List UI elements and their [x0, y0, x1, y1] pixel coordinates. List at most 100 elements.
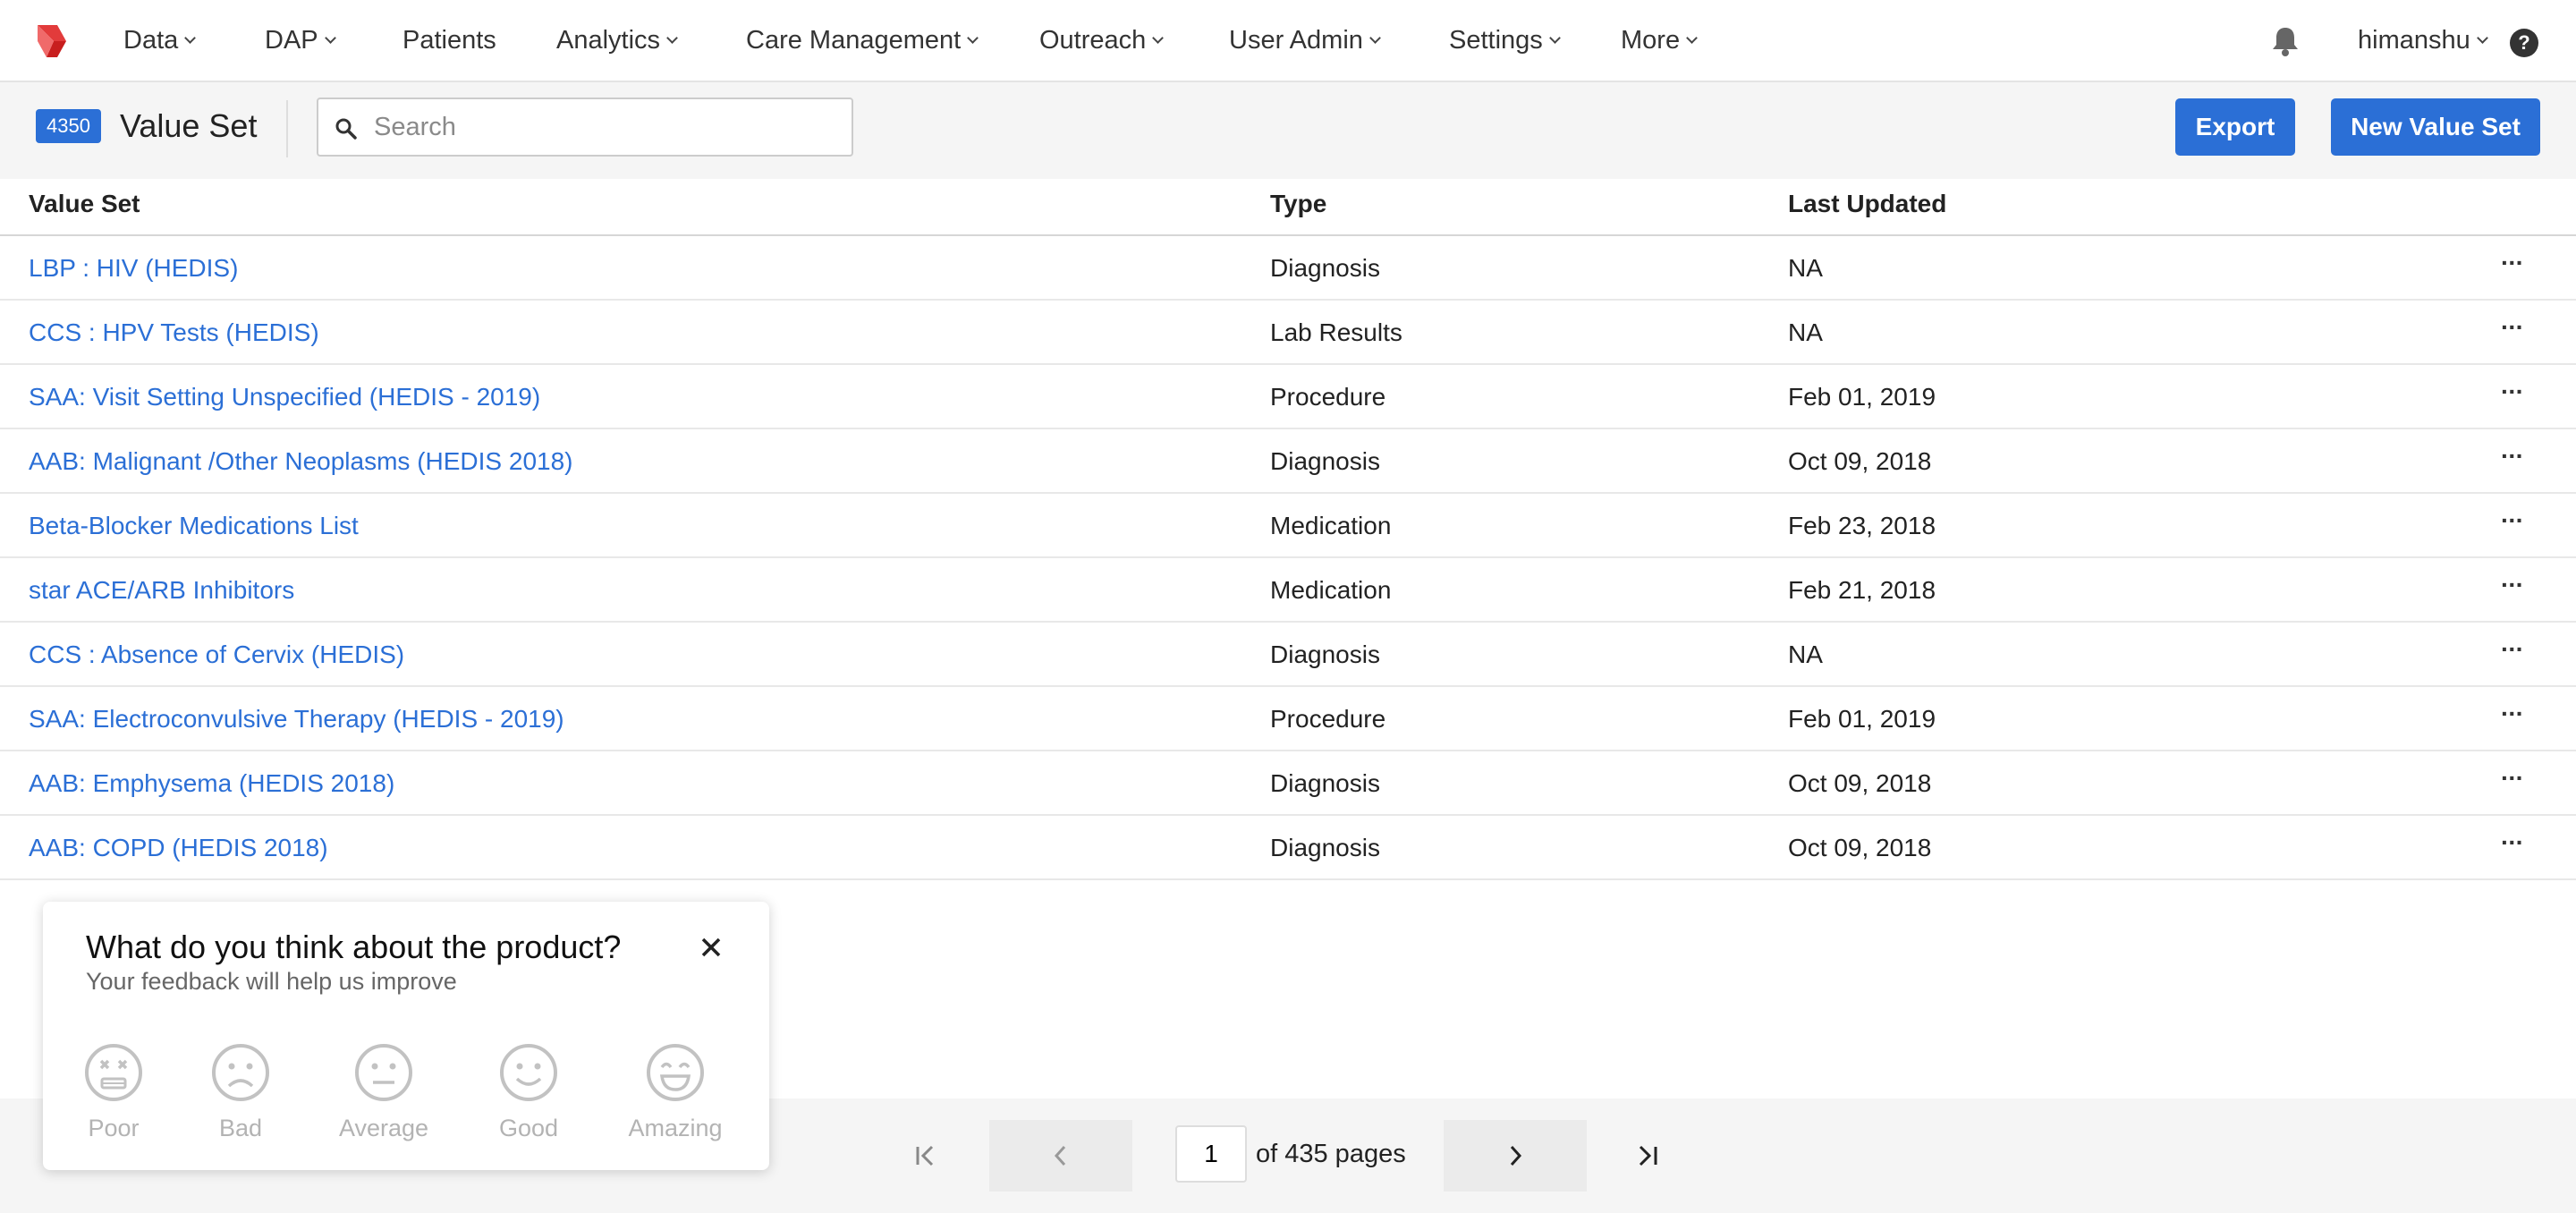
- nav-user-admin-label: User Admin: [1229, 25, 1363, 55]
- last-page-icon[interactable]: [1633, 1141, 1660, 1170]
- search-input[interactable]: [374, 106, 839, 148]
- column-header-type[interactable]: Type: [1270, 190, 1326, 218]
- table-row: LBP : HIV (HEDIS) Diagnosis NA ···: [0, 236, 2576, 301]
- nav-patients-label: Patients: [402, 25, 496, 55]
- value-set-link[interactable]: Beta-Blocker Medications List: [29, 512, 359, 540]
- user-menu[interactable]: himanshu: [2358, 0, 2488, 81]
- nav-settings[interactable]: Settings: [1449, 0, 1561, 81]
- last-updated-cell: Feb 01, 2019: [1788, 383, 1936, 411]
- rating-average-label: Average: [338, 1115, 429, 1141]
- rating-good-label: Good: [498, 1115, 559, 1141]
- rating-amazing-label: Amazing: [628, 1115, 723, 1141]
- row-menu-icon[interactable]: ···: [2501, 828, 2524, 857]
- feedback-popup: What do you think about the product? You…: [43, 902, 769, 1170]
- table-row: CCS : HPV Tests (HEDIS) Lab Results NA ·…: [0, 301, 2576, 365]
- notification-bell-icon[interactable]: [2270, 25, 2301, 57]
- last-updated-cell: Oct 09, 2018: [1788, 834, 1932, 861]
- nav-care-management-label: Care Management: [746, 25, 962, 55]
- table-row: CCS : Absence of Cervix (HEDIS) Diagnosi…: [0, 623, 2576, 687]
- nav-outreach-label: Outreach: [1039, 25, 1147, 55]
- previous-page-button[interactable]: [989, 1120, 1132, 1192]
- rating-bad-icon[interactable]: [211, 1043, 270, 1102]
- value-set-link[interactable]: CCS : Absence of Cervix (HEDIS): [29, 640, 404, 669]
- rating-bad-label: Bad: [218, 1115, 263, 1141]
- nav-dap[interactable]: DAP: [265, 0, 336, 81]
- value-set-link[interactable]: AAB: COPD (HEDIS 2018): [29, 834, 328, 862]
- row-menu-icon[interactable]: ···: [2501, 442, 2524, 471]
- chevron-down-icon: [666, 31, 678, 44]
- column-header-last-updated[interactable]: Last Updated: [1788, 190, 1946, 218]
- row-menu-icon[interactable]: ···: [2501, 635, 2524, 664]
- type-cell: Diagnosis: [1270, 769, 1380, 797]
- row-menu-icon[interactable]: ···: [2501, 571, 2524, 599]
- nav-analytics[interactable]: Analytics: [556, 0, 678, 81]
- nav-analytics-label: Analytics: [556, 25, 661, 55]
- nav-settings-label: Settings: [1449, 25, 1543, 55]
- last-updated-cell: Feb 23, 2018: [1788, 512, 1936, 539]
- nav-more-label: More: [1621, 25, 1681, 55]
- new-value-set-button[interactable]: New Value Set: [2331, 98, 2540, 156]
- last-updated-cell: Feb 01, 2019: [1788, 705, 1936, 733]
- count-badge: 4350: [36, 109, 101, 143]
- row-menu-icon[interactable]: ···: [2501, 377, 2524, 406]
- last-updated-cell: NA: [1788, 254, 1823, 282]
- row-menu-icon[interactable]: ···: [2501, 700, 2524, 728]
- page-title: Value Set: [120, 107, 258, 144]
- type-cell: Lab Results: [1270, 318, 1402, 346]
- rating-average-icon[interactable]: [354, 1043, 413, 1102]
- rating-poor-icon[interactable]: [84, 1043, 143, 1102]
- value-set-link[interactable]: AAB: Emphysema (HEDIS 2018): [29, 769, 394, 798]
- nav-data[interactable]: Data: [123, 0, 197, 81]
- value-set-link[interactable]: CCS : HPV Tests (HEDIS): [29, 318, 319, 347]
- nav-more[interactable]: More: [1621, 0, 1698, 81]
- page-count-text: of 435 pages: [1256, 1140, 1406, 1168]
- table-row: SAA: Electroconvulsive Therapy (HEDIS - …: [0, 687, 2576, 751]
- close-icon[interactable]: [699, 936, 723, 959]
- last-updated-cell: Feb 21, 2018: [1788, 576, 1936, 604]
- table-row: AAB: COPD (HEDIS 2018) Diagnosis Oct 09,…: [0, 816, 2576, 880]
- row-menu-icon[interactable]: ···: [2501, 506, 2524, 535]
- help-icon[interactable]: ?: [2510, 29, 2538, 57]
- row-menu-icon[interactable]: ···: [2501, 764, 2524, 793]
- next-page-button[interactable]: [1444, 1120, 1587, 1192]
- value-set-link[interactable]: AAB: Malignant /Other Neoplasms (HEDIS 2…: [29, 447, 572, 476]
- help-icon-glyph: ?: [2518, 31, 2530, 54]
- header-divider: [286, 100, 288, 157]
- app-logo[interactable]: [34, 21, 73, 61]
- row-menu-icon[interactable]: ···: [2501, 313, 2524, 342]
- value-set-link[interactable]: star ACE/ARB Inhibitors: [29, 576, 294, 605]
- table-row: Beta-Blocker Medications List Medication…: [0, 494, 2576, 558]
- chevron-right-icon: [1510, 1145, 1522, 1166]
- column-header-value-set[interactable]: Value Set: [29, 190, 140, 218]
- chevron-down-icon: [324, 31, 336, 44]
- last-updated-cell: NA: [1788, 640, 1823, 668]
- export-button[interactable]: Export: [2175, 98, 2295, 156]
- last-updated-cell: NA: [1788, 318, 1823, 346]
- table-row: AAB: Malignant /Other Neoplasms (HEDIS 2…: [0, 429, 2576, 494]
- search-field[interactable]: [317, 98, 853, 157]
- rating-good-icon[interactable]: [499, 1043, 558, 1102]
- user-name: himanshu: [2358, 25, 2470, 55]
- type-cell: Medication: [1270, 512, 1392, 539]
- nav-outreach[interactable]: Outreach: [1039, 0, 1165, 81]
- last-updated-cell: Oct 09, 2018: [1788, 447, 1932, 475]
- nav-patients[interactable]: Patients: [402, 0, 496, 81]
- nav-care-management[interactable]: Care Management: [746, 0, 979, 81]
- row-menu-icon[interactable]: ···: [2501, 249, 2524, 277]
- type-cell: Procedure: [1270, 705, 1386, 733]
- nav-user-admin[interactable]: User Admin: [1229, 0, 1381, 81]
- chevron-down-icon: [1686, 31, 1698, 44]
- nav-dap-label: DAP: [265, 25, 318, 55]
- value-set-link[interactable]: LBP : HIV (HEDIS): [29, 254, 238, 283]
- top-navigation: Data DAP Patients Analytics Care Managem…: [0, 0, 2576, 82]
- feedback-title: What do you think about the product?: [86, 929, 622, 965]
- value-set-link[interactable]: SAA: Visit Setting Unspecified (HEDIS - …: [29, 383, 540, 411]
- chevron-down-icon: [1152, 31, 1165, 44]
- rating-amazing-icon[interactable]: [646, 1043, 705, 1102]
- chevron-left-icon: [1054, 1145, 1066, 1166]
- page-number-input[interactable]: [1175, 1125, 1247, 1183]
- chevron-down-icon: [1548, 31, 1561, 44]
- rating-poor-label: Poor: [88, 1115, 140, 1141]
- first-page-icon[interactable]: [914, 1141, 941, 1170]
- value-set-link[interactable]: SAA: Electroconvulsive Therapy (HEDIS - …: [29, 705, 564, 734]
